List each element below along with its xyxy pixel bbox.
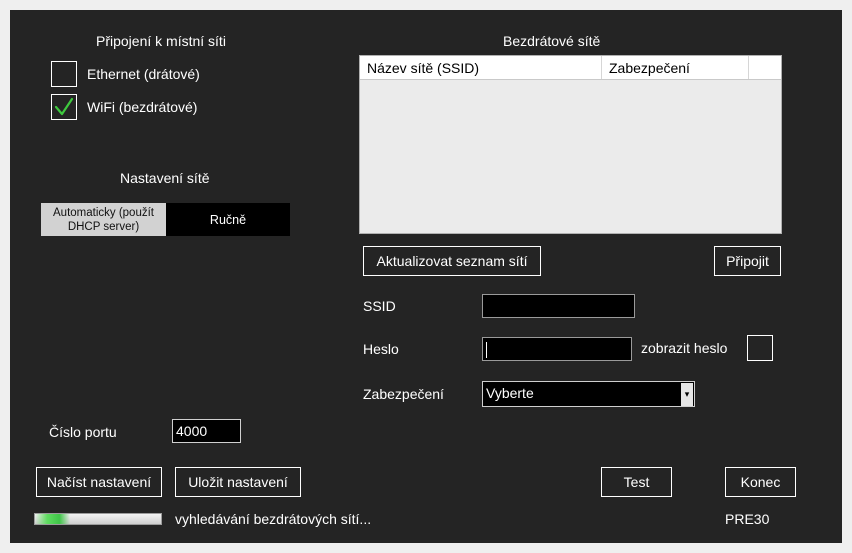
column-header-ssid[interactable]: Název sítě (SSID)	[360, 56, 602, 79]
network-settings-title: Nastavení sítě	[120, 170, 210, 186]
local-network-title: Připojení k místní síti	[96, 33, 226, 49]
security-selected-value: Vyberte	[486, 385, 534, 401]
test-button[interactable]: Test	[601, 467, 672, 497]
show-password-label: zobrazit heslo	[641, 340, 728, 356]
settings-window: Připojení k místní síti Ethernet (drátov…	[10, 10, 842, 543]
password-input[interactable]	[482, 337, 632, 361]
status-text: vyhledávání bezdrátových sítí...	[175, 511, 372, 527]
ssid-label: SSID	[363, 298, 396, 314]
wifi-checkbox[interactable]	[51, 94, 77, 120]
network-list-header: Název sítě (SSID) Zabezpečení	[360, 56, 781, 80]
ethernet-label: Ethernet (drátové)	[87, 66, 200, 82]
ethernet-checkbox[interactable]	[51, 61, 77, 87]
exit-button[interactable]: Konec	[725, 467, 796, 497]
checkmark-icon	[54, 97, 74, 116]
password-label: Heslo	[363, 341, 399, 357]
progress-bar-fill	[35, 514, 71, 524]
load-settings-button[interactable]: Načíst nastavení	[36, 467, 162, 497]
security-select[interactable]: Vyberte ▾	[482, 381, 695, 407]
refresh-networks-button[interactable]: Aktualizovat seznam sítí	[363, 246, 541, 276]
device-model: PRE30	[725, 511, 770, 527]
progress-bar	[34, 513, 162, 525]
mode-manual-button[interactable]: Ručně	[166, 203, 290, 236]
ssid-input[interactable]	[482, 294, 635, 318]
wireless-networks-title: Bezdrátové sítě	[503, 33, 601, 49]
port-label: Číslo portu	[49, 424, 117, 440]
chevron-down-icon[interactable]: ▾	[681, 383, 693, 406]
text-caret	[486, 342, 487, 358]
column-header-security[interactable]: Zabezpečení	[602, 56, 749, 79]
wifi-label: WiFi (bezdrátové)	[87, 99, 198, 115]
connect-button[interactable]: Připojit	[714, 246, 781, 276]
save-settings-button[interactable]: Uložit nastavení	[175, 467, 301, 497]
show-password-checkbox[interactable]	[747, 335, 773, 361]
security-label: Zabezpečení	[363, 386, 444, 402]
port-input[interactable]: 4000	[172, 419, 241, 443]
network-list[interactable]: Název sítě (SSID) Zabezpečení	[359, 55, 782, 234]
mode-automatic-button[interactable]: Automaticky (použít DHCP server)	[41, 203, 166, 236]
